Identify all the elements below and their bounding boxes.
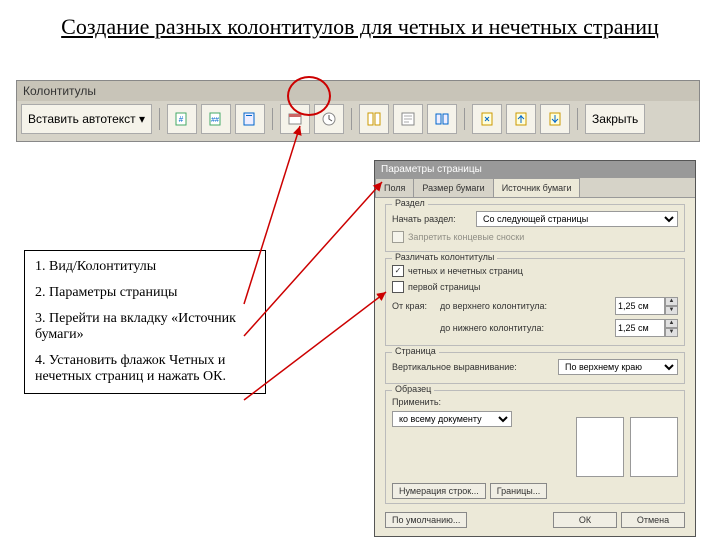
from-edge-label: От края: [392, 301, 436, 311]
section-group: Раздел Начать раздел: Со следующей стран… [385, 204, 685, 252]
dialog-body: Раздел Начать раздел: Со следующей стран… [375, 197, 695, 536]
hf-group-label: Различать колонтитулы [392, 252, 497, 262]
spin-down-icon[interactable]: ▼ [665, 306, 678, 315]
date-icon[interactable] [280, 104, 310, 134]
toolbar-strip: Вставить автотекст ▾ # ## Закрыть [17, 101, 699, 137]
ok-button[interactable]: ОК [553, 512, 617, 528]
spin-up-icon[interactable]: ▲ [665, 297, 678, 306]
spin-down-icon[interactable]: ▼ [665, 328, 678, 337]
page-setup-icon[interactable] [359, 104, 389, 134]
page-setup-dialog: Параметры страницы Поля Размер бумаги Ис… [374, 160, 696, 537]
prev-icon[interactable] [506, 104, 536, 134]
suppress-checkbox [392, 231, 404, 243]
svg-text:##: ## [211, 117, 219, 124]
spin-up-icon[interactable]: ▲ [665, 319, 678, 328]
apply-label: Применить: [392, 397, 441, 407]
tab-paper-size[interactable]: Размер бумаги [413, 178, 493, 197]
footer-spinner[interactable]: ▲▼ [615, 319, 678, 337]
section-group-label: Раздел [392, 198, 428, 208]
page-group-label: Страница [392, 346, 439, 356]
valign-select[interactable]: По верхнему краю [558, 359, 678, 375]
section-start-select[interactable]: Со следующей страницы [476, 211, 678, 227]
close-button[interactable]: Закрыть [585, 104, 645, 134]
borders-button[interactable]: Границы... [490, 483, 548, 499]
page-group: Страница Вертикальное выравнивание: По в… [385, 352, 685, 384]
page-count-icon[interactable]: ## [201, 104, 231, 134]
header-spinner[interactable]: ▲▼ [615, 297, 678, 315]
preview-page [630, 417, 678, 477]
preview-page [576, 417, 624, 477]
format-icon[interactable] [235, 104, 265, 134]
toolbar-window: Колонтитулы Вставить автотекст ▾ # ## За… [16, 80, 700, 142]
time-icon[interactable] [314, 104, 344, 134]
steps-box: 1. Вид/Колонтитулы 2. Параметры страницы… [24, 250, 266, 394]
preview-pages [576, 417, 678, 477]
step-2: 2. Параметры страницы [35, 285, 255, 301]
show-text-icon[interactable] [393, 104, 423, 134]
next-icon[interactable] [540, 104, 570, 134]
odd-even-checkbox[interactable]: ✓ [392, 265, 404, 277]
separator [464, 108, 465, 130]
section-start-label: Начать раздел: [392, 214, 472, 224]
separator [351, 108, 352, 130]
dialog-footer: По умолчанию... ОК Отмена [385, 512, 685, 528]
cancel-button[interactable]: Отмена [621, 512, 685, 528]
first-page-label: первой страницы [408, 282, 480, 292]
line-numbers-button[interactable]: Нумерация строк... [392, 483, 486, 499]
tab-fields[interactable]: Поля [375, 178, 414, 197]
defaults-button[interactable]: По умолчанию... [385, 512, 467, 528]
first-page-checkbox[interactable] [392, 281, 404, 293]
separator [272, 108, 273, 130]
step-1: 1. Вид/Колонтитулы [35, 259, 255, 275]
preview-group: Образец Применить: ко всему документу Ну… [385, 390, 685, 504]
suppress-label: Запретить концевые сноски [408, 232, 524, 242]
autotext-button[interactable]: Вставить автотекст ▾ [21, 104, 152, 134]
preview-group-label: Образец [392, 384, 434, 394]
headers-footers-group: Различать колонтитулы ✓ четных и нечетны… [385, 258, 685, 346]
link-icon[interactable] [427, 104, 457, 134]
page-number-icon[interactable]: # [167, 104, 197, 134]
page-title: Создание разных колонтитулов для четных … [0, 0, 720, 46]
step-4: 4. Установить флажок Четных и нечетных с… [35, 353, 255, 385]
switch-icon[interactable] [472, 104, 502, 134]
odd-even-label: четных и нечетных страниц [408, 266, 523, 276]
separator [577, 108, 578, 130]
apply-select[interactable]: ко всему документу [392, 411, 512, 427]
to-footer-label: до нижнего колонтитула: [440, 323, 611, 333]
dialog-tabs: Поля Размер бумаги Источник бумаги [375, 178, 695, 197]
separator [159, 108, 160, 130]
svg-text:#: # [179, 115, 184, 124]
valign-label: Вертикальное выравнивание: [392, 362, 554, 372]
tab-paper-source[interactable]: Источник бумаги [493, 178, 581, 197]
to-header-label: до верхнего колонтитула: [440, 301, 611, 311]
toolbar-caption: Колонтитулы [17, 81, 699, 101]
step-3: 3. Перейти на вкладку «Источник бумаги» [35, 311, 255, 343]
dialog-caption: Параметры страницы [375, 161, 695, 178]
